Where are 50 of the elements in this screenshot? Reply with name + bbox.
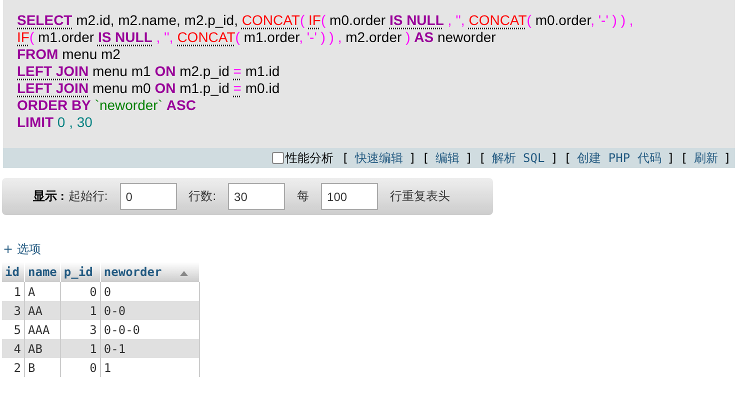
table-cell: 4 [2, 339, 24, 358]
repeat-header-label: 行重复表头 [390, 188, 450, 205]
bracket-text: [ [342, 151, 349, 165]
sql-line: LIMIT 0 , 30 [17, 114, 94, 131]
bracket-text: ] [724, 151, 731, 165]
toolbar-link[interactable]: 编辑 [435, 150, 460, 166]
sort-ascending-icon [180, 270, 188, 276]
column-header[interactable]: p_id [60, 262, 100, 282]
bracket-text: [ [564, 151, 572, 165]
bracket-text: [ [478, 151, 486, 165]
bracket-text: ] [667, 151, 675, 165]
every-label: 每 [297, 188, 310, 205]
options-link[interactable]: + 选项 [3, 241, 41, 258]
table-cell: B [24, 358, 60, 377]
column-header[interactable]: name [24, 262, 60, 282]
bracket-text: ] [465, 151, 473, 165]
table-cell: 1 [100, 358, 200, 377]
sql-line: IF( m1.order IS NULL , '', CONCAT( m1.order, '-' ) ) , m2.order ) AS neworder [17, 29, 497, 46]
toolbar-link[interactable]: 刷新 [694, 150, 718, 166]
table-cell: 0-0 [100, 301, 200, 320]
start-row-label: 起始行: [68, 188, 108, 205]
start-row-field[interactable]: 0 [120, 183, 177, 210]
sql-line: LEFT JOIN menu m1 ON m2.p_id = m1.id [17, 63, 281, 80]
sql-line: FROM menu m2 [17, 46, 122, 63]
sql-line: LEFT JOIN menu m0 ON m1.p_id = m0.id [17, 80, 281, 97]
bracket-text: [ [680, 151, 688, 165]
bracket-text: ] [408, 151, 416, 165]
toolbar-link[interactable]: 快速编辑 [354, 150, 403, 166]
table-cell: 3 [2, 301, 24, 320]
display-label: 显示 : [33, 188, 64, 205]
table-cell: 2 [2, 358, 24, 377]
bracket-text: ] [550, 151, 558, 165]
row-count-field[interactable]: 30 [228, 183, 286, 210]
toolbar-link[interactable]: 解析 SQL [492, 150, 545, 166]
toolbar-link[interactable]: 创建 PHP 代码 [577, 150, 662, 166]
profiling-checkbox[interactable] [272, 152, 284, 164]
column-header[interactable]: neworder [100, 262, 200, 282]
column-header[interactable]: id [2, 262, 24, 282]
bracket-text: [ [422, 151, 430, 165]
repeat-header-field[interactable]: 100 [321, 183, 378, 210]
profiling-label: 性能分析 [286, 150, 334, 166]
table-cell: 1 [60, 301, 100, 320]
table-cell: 1 [60, 339, 100, 358]
table-cell: AB [24, 339, 60, 358]
sql-line: ORDER BY `neworder` ASC [17, 97, 197, 114]
row-count-label: 行数: [188, 188, 216, 205]
table-cell: 0 [60, 358, 100, 377]
sql-line: SELECT m2.id, m2.name, m2.p_id, CONCAT( IF( m0.order IS NULL , '', CONCAT( m0.order, '-' ) ) , [17, 12, 634, 29]
table-cell: 0-1 [100, 339, 200, 358]
table-cell: AA [24, 301, 60, 320]
